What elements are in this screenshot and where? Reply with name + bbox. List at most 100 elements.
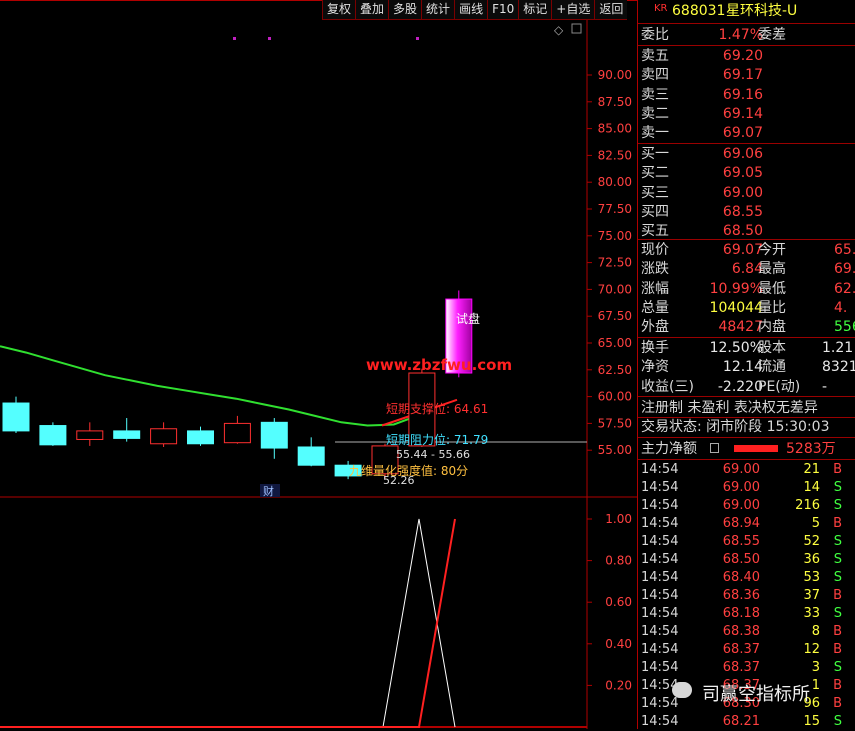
tick-price: 68.21 [722,714,760,729]
restore-icon[interactable] [571,23,582,34]
tick-row[interactable]: 14:54 69.00 21 B [638,461,855,479]
tick-price: 68.18 [722,606,760,621]
tick-direction: S [833,660,842,675]
tick-volume: 14 [803,480,820,495]
tick-time: 14:54 [641,552,679,567]
tick-row[interactable]: 14:54 69.00 216 S [638,497,855,515]
tick-row[interactable]: 14:54 68.38 8 B [638,623,855,641]
tick-direction: S [833,534,842,549]
tick-time: 14:54 [641,462,679,477]
candle-body[interactable] [223,422,251,444]
tick-row[interactable]: 14:54 68.21 15 S [638,713,855,731]
fund-label: 股本 [758,340,786,356]
signal-dot [416,37,419,40]
stat-label: 今开 [758,242,786,258]
indicator-tick-label: 0.20 [605,678,632,692]
candle-body[interactable] [39,425,67,446]
stat-label: 外盘 [641,319,669,336]
candle-body[interactable] [187,430,214,445]
tick-price: 69.00 [722,462,760,477]
tick-row[interactable]: 14:54 69.00 14 S [638,479,855,497]
tick-row[interactable]: 14:54 68.37 3 S [638,659,855,677]
tick-direction: S [833,570,842,585]
kline-chart[interactable]: 90.00 87.50 85.00 82.50 80.00 77.50 75.00 72.50… [0,0,637,729]
asks-price[interactable]: 69.14 [723,105,763,123]
indicator-red-line [0,518,456,728]
support-text: 短期支撑位: 64.61 [386,401,488,416]
toolbar-button-7[interactable]: +自选 [551,0,595,20]
candle-body[interactable] [150,428,178,445]
fund-label: 净资 [641,359,669,376]
fund-value: 1.21 [822,340,854,356]
bids-row: 买三 69.00 [638,184,855,202]
tick-row[interactable]: 14:54 68.55 52 S [638,533,855,551]
stat-label: 涨幅 [641,280,669,297]
price-tick-label: 82.50 [598,148,632,162]
stat-value: 65. [834,242,855,258]
asks-label: 卖一 [641,125,669,142]
toolbar-button-1[interactable]: 叠加 [355,0,389,20]
asks-price[interactable]: 69.20 [723,47,763,65]
bids-price[interactable]: 68.55 [723,203,763,221]
tick-row[interactable]: 14:54 68.36 37 B [638,587,855,605]
candle-body[interactable] [297,446,325,466]
tick-row[interactable]: 14:54 68.37 12 B [638,641,855,659]
tick-price: 68.50 [722,552,760,567]
wechat-icon [672,682,692,698]
bids-price[interactable]: 68.50 [723,222,763,240]
fund-label: 换手 [641,340,669,356]
bids-price[interactable]: 69.00 [723,184,763,202]
stat-value: 69. [834,261,855,278]
asks-price[interactable]: 69.07 [723,124,763,142]
toolbar-button-2[interactable]: 多股 [388,0,422,20]
price-tick-label: 87.50 [598,95,632,109]
fund-row: 换手 12.50% 股本 1.21 [638,339,855,357]
stock-name[interactable]: 星环科技-U [726,2,797,20]
low-label: 52.26 [383,474,415,487]
candle-body[interactable] [76,430,104,440]
indicator-lines [0,518,456,728]
price-tick-label: 65.00 [598,336,632,350]
tick-time: 14:54 [641,660,679,675]
tick-price: 68.55 [722,534,760,549]
tick-row[interactable]: 14:54 68.18 33 S [638,605,855,623]
tick-direction: S [833,606,842,621]
bids-label: 买五 [641,223,669,240]
flow-detail-icon[interactable] [710,443,719,453]
tick-price: 69.00 [722,498,760,513]
toolbar-button-5[interactable]: F10 [487,0,519,20]
candle-body[interactable] [113,430,141,439]
asks-row: 卖一 69.07 [638,124,855,142]
asks-price[interactable]: 69.16 [723,86,763,104]
bids-price[interactable]: 69.05 [723,164,763,182]
tick-price: 68.37 [722,660,760,675]
tick-row[interactable]: 14:54 68.40 53 S [638,569,855,587]
tick-volume: 12 [803,642,820,657]
tick-row[interactable]: 14:54 68.94 5 B [638,515,855,533]
diamond-icon[interactable]: ◇ [554,23,564,37]
resistance-text: 短期阻力位: 71.79 [386,432,488,447]
tick-time: 14:54 [641,570,679,585]
fund-value: 12.14 [722,359,763,376]
main-flow-bar [734,445,778,452]
moving-average-line [0,345,421,427]
toolbar-button-0[interactable]: 复权 [322,0,356,20]
tick-price: 68.40 [722,570,760,585]
tick-volume: 36 [803,552,820,567]
candle-body[interactable] [260,421,288,449]
price-tick-label: 57.50 [598,416,632,430]
toolbar-button-4[interactable]: 画线 [454,0,488,20]
stat-value: 104044 [709,299,763,316]
tick-volume: 52 [803,534,820,549]
bids-price[interactable]: 69.06 [723,145,763,163]
toolbar-button-8[interactable]: 返回 [594,0,628,20]
toolbar-button-6[interactable]: 标记 [518,0,552,20]
bids-row: 买五 68.50 [638,222,855,240]
asks-price[interactable]: 69.17 [723,66,763,84]
candle-body[interactable] [2,402,30,432]
price-tick-label: 72.50 [598,256,632,270]
price-tick-label: 90.00 [598,68,632,82]
tick-row[interactable]: 14:54 68.50 36 S [638,551,855,569]
toolbar-button-3[interactable]: 统计 [421,0,455,20]
fund-row: 收益(三) -2.220 PE(动) - [638,378,855,396]
